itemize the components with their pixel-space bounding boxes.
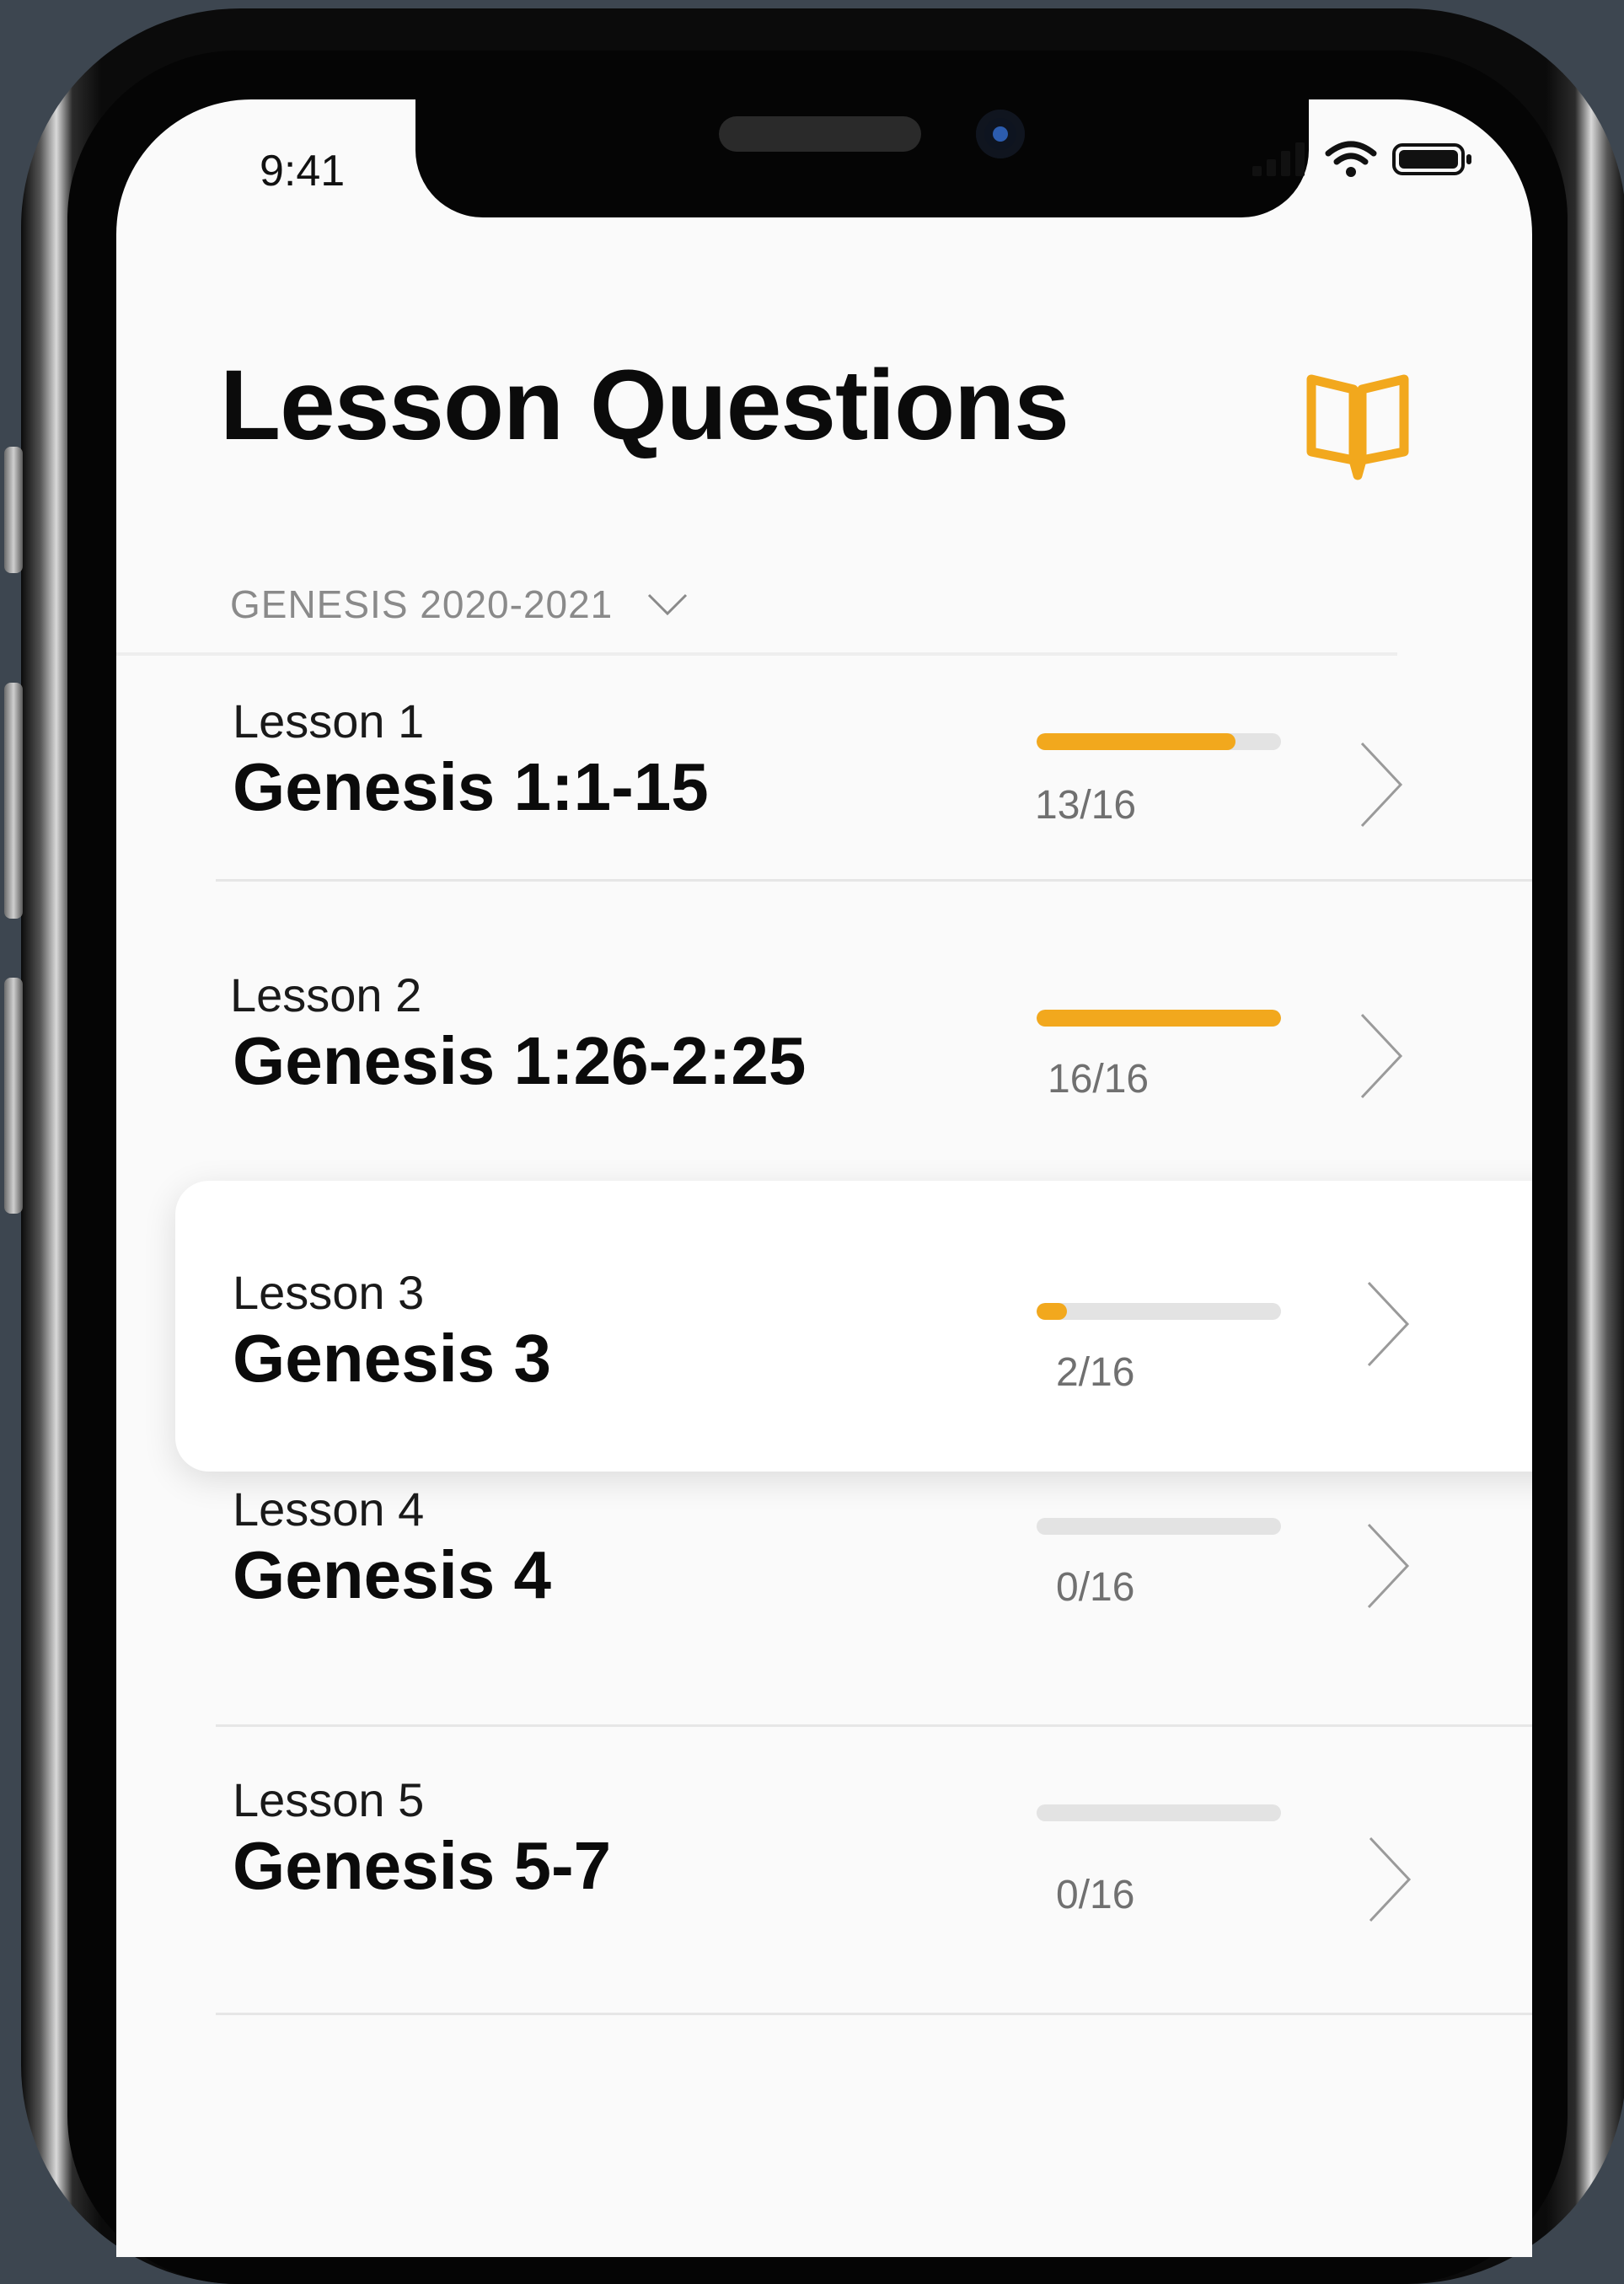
chevron-right-icon — [1367, 1281, 1410, 1367]
wifi-icon — [1325, 141, 1377, 177]
progress-bar — [1037, 1518, 1281, 1535]
chevron-right-icon — [1360, 1013, 1403, 1099]
page-title: Lesson Questions — [220, 350, 1069, 461]
open-book-icon[interactable] — [1303, 367, 1412, 485]
status-icons — [1251, 140, 1473, 179]
lesson-number: Lesson 1 — [233, 694, 425, 748]
progress-bar — [1037, 1804, 1281, 1821]
status-time: 9:41 — [260, 147, 346, 196]
lesson-row-5[interactable]: Lesson 5 Genesis 5-7 0/16 — [116, 1772, 1532, 2025]
chevron-right-icon — [1369, 1836, 1412, 1922]
lesson-row-2[interactable]: Lesson 2 Genesis 1:26-2:25 16/16 — [116, 930, 1532, 1182]
lesson-number: Lesson 4 — [233, 1482, 425, 1536]
lesson-title: Genesis 4 — [233, 1537, 552, 1612]
lesson-number: Lesson 2 — [230, 968, 422, 1021]
app-screen: 9:41 Lesson Questions GENESIS 2020-2021 — [116, 99, 1532, 2257]
lesson-row-4[interactable]: Lesson 4 Genesis 4 0/16 — [116, 1482, 1532, 1734]
chevron-down-icon — [648, 593, 688, 616]
signal-icon — [1252, 142, 1305, 176]
mute-switch — [4, 447, 23, 573]
progress-fill — [1037, 733, 1235, 750]
chevron-right-icon — [1360, 742, 1403, 828]
battery-icon — [1392, 143, 1471, 175]
progress-count: 2/16 — [1056, 1350, 1135, 1395]
lesson-number: Lesson 5 — [233, 1773, 425, 1826]
lesson-number: Lesson 3 — [233, 1266, 425, 1319]
notch — [415, 99, 1309, 217]
course-selector[interactable]: GENESIS 2020-2021 — [230, 582, 689, 627]
chevron-right-icon — [1367, 1523, 1410, 1609]
progress-fill — [1037, 1303, 1068, 1320]
speaker-grille — [719, 116, 921, 152]
lesson-title: Genesis 1:26-2:25 — [233, 1023, 807, 1098]
progress-bar — [1037, 1010, 1281, 1027]
front-camera — [976, 110, 1025, 158]
progress-count: 0/16 — [1056, 1873, 1135, 1917]
course-selector-label: GENESIS 2020-2021 — [230, 582, 614, 626]
progress-fill — [1037, 1010, 1281, 1027]
progress-bar — [1037, 1303, 1281, 1320]
progress-bar — [1037, 733, 1281, 750]
lesson-row-3[interactable]: Lesson 3 Genesis 3 2/16 — [175, 1181, 1532, 1472]
divider — [216, 879, 1532, 882]
volume-down-button — [4, 978, 23, 1214]
lesson-title: Genesis 1:1-15 — [233, 749, 709, 824]
lesson-row-1[interactable]: Lesson 1 Genesis 1:1-15 13/16 — [116, 656, 1532, 909]
lesson-title: Genesis 5-7 — [233, 1828, 612, 1903]
progress-count: 13/16 — [1035, 783, 1137, 828]
progress-count: 0/16 — [1056, 1565, 1135, 1610]
divider — [216, 2013, 1532, 2015]
volume-up-button — [4, 683, 23, 919]
lesson-title: Genesis 3 — [233, 1321, 552, 1396]
divider — [216, 1724, 1532, 1727]
progress-count: 16/16 — [1048, 1057, 1150, 1102]
